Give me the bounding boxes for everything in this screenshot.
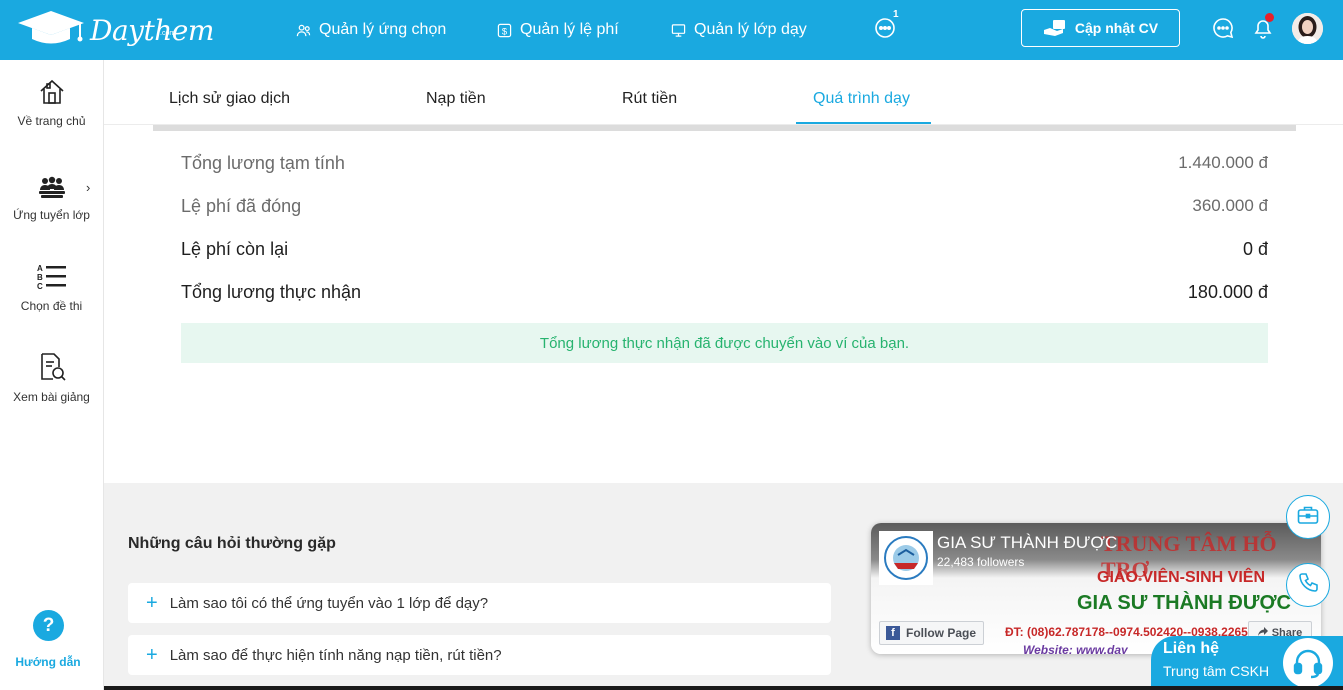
- sidebar-item-label: Xem bài giảng: [13, 390, 90, 404]
- tab-teaching-process[interactable]: Quá trình dạy: [813, 90, 910, 108]
- summary-value: 360.000 đ: [1192, 196, 1268, 215]
- nav-fees[interactable]: $ Quản lý lệ phí: [497, 0, 619, 60]
- fb-cover-subheading: GIÁO VIÊN-SINH VIÊN: [1097, 569, 1266, 586]
- summary-row-fee-remaining: Lệ phí còn lại 0 đ: [181, 239, 1268, 263]
- hand-document-icon: [1043, 19, 1067, 37]
- nav-applications-label: Quản lý ứng chọn: [319, 21, 447, 38]
- sidebar-item-label: Chọn đề thi: [20, 299, 83, 313]
- tab-withdraw[interactable]: Rút tiền: [622, 90, 677, 108]
- summary-value: 1.440.000 đ: [1178, 153, 1268, 172]
- logo-text: Daythem: [90, 14, 214, 47]
- transfer-notice: Tổng lương thực nhận đã được chuyển vào …: [181, 323, 1268, 363]
- abc-list-icon: ABC: [0, 263, 103, 291]
- fb-follow-button[interactable]: f Follow Page: [879, 621, 984, 645]
- svg-text:$: $: [502, 26, 508, 36]
- summary-row-net-salary: Tổng lương thực nhận 180.000 đ: [181, 282, 1268, 306]
- summary-label: Lệ phí còn lại: [181, 239, 289, 259]
- briefcase-float-button[interactable]: [1286, 495, 1330, 539]
- nav-classes-label: Quản lý lớp dạy: [694, 21, 807, 38]
- monitor-icon: [671, 23, 686, 38]
- svg-text:A: A: [37, 264, 43, 273]
- phone-icon: [1297, 572, 1319, 599]
- content-top-band: [153, 125, 1296, 131]
- summary-row-fee-paid: Lệ phí đã đóng 360.000 đ: [181, 196, 1268, 220]
- sidebar-item-label: Ứng tuyển lớp: [13, 208, 90, 222]
- logo-subtext: .com: [160, 30, 176, 37]
- sidebar-item-view-lectures[interactable]: Xem bài giảng: [0, 352, 103, 404]
- logo[interactable]: Daythem: [16, 8, 214, 53]
- briefcase-icon: [1297, 505, 1319, 530]
- faq-question: Làm sao để thực hiện tính năng nạp tiền,…: [169, 646, 502, 664]
- home-icon: [0, 78, 103, 106]
- fb-cover-website: Website: www.day: [1023, 643, 1128, 654]
- document-search-icon: [0, 352, 103, 382]
- facebook-page-widget[interactable]: TRUNG TÂM HỖ TRỢ GIÁO VIÊN-SINH VIÊN GIA…: [871, 523, 1321, 654]
- sidebar-item-choose-exam[interactable]: ABC Chọn đề thi: [0, 263, 103, 313]
- faq-title: Những câu hỏi thường gặp: [128, 535, 336, 552]
- faq-item[interactable]: + Làm sao tôi có thể ứng tuyển vào 1 lớp…: [128, 583, 831, 623]
- summary-label: Tổng lương thực nhận: [181, 282, 362, 302]
- tab-deposit[interactable]: Nạp tiền: [426, 90, 486, 108]
- help-icon[interactable]: ?: [33, 610, 64, 641]
- headset-icon: [1283, 638, 1333, 688]
- plus-icon: +: [146, 644, 158, 666]
- svg-text:C: C: [37, 282, 43, 291]
- update-cv-label: Cập nhật CV: [1074, 20, 1159, 36]
- summary-value: 180.000 đ: [1187, 282, 1268, 302]
- tab-transaction-history[interactable]: Lịch sử giao dịch: [169, 90, 290, 108]
- avatar[interactable]: [1292, 13, 1323, 44]
- more-menu-badge: 1: [893, 9, 899, 20]
- contact-support-widget[interactable]: Liên hệ Trung tâm CSKH: [1151, 636, 1343, 690]
- summary-value: 0 đ: [1242, 239, 1268, 259]
- bottom-edge: [104, 686, 1343, 690]
- graduation-cap-icon: [16, 8, 86, 53]
- fb-page-logo[interactable]: [879, 531, 933, 585]
- dollar-icon: $: [497, 23, 512, 38]
- summary-label: Lệ phí đã đóng: [181, 196, 302, 216]
- fb-follow-label: Follow Page: [906, 626, 977, 640]
- facebook-icon: f: [886, 626, 900, 640]
- nav-fees-label: Quản lý lệ phí: [520, 21, 619, 38]
- summary-row-estimated-salary: Tổng lương tạm tính 1.440.000 đ: [181, 153, 1268, 177]
- sidebar: Về trang chủ Ứng tuyển lớp › ABC Chọn đề…: [0, 60, 104, 690]
- update-cv-button[interactable]: Cập nhật CV: [1021, 9, 1180, 47]
- sidebar-item-home[interactable]: Về trang chủ: [0, 78, 103, 128]
- chevron-right-icon[interactable]: ›: [86, 180, 90, 195]
- sidebar-item-label: Về trang chủ: [17, 114, 86, 128]
- fb-followers-count: 22,483 followers: [937, 555, 1025, 569]
- users-icon: [296, 23, 311, 38]
- nav-applications[interactable]: Quản lý ứng chọn: [296, 0, 446, 60]
- fb-page-name[interactable]: GIA SƯ THÀNH ĐƯỢC: [937, 533, 1117, 553]
- plus-icon: +: [146, 592, 158, 614]
- faq-question: Làm sao tôi có thể ứng tuyển vào 1 lớp đ…: [169, 594, 489, 612]
- summary-label: Tổng lương tạm tính: [181, 153, 345, 173]
- top-header: Daythem .com Quản lý ứng chọn $ Quản lý …: [0, 0, 1343, 60]
- contact-title: Liên hệ: [1163, 640, 1220, 657]
- contact-subtitle: Trung tâm CSKH: [1163, 663, 1270, 679]
- notification-dot: [1265, 13, 1274, 22]
- nav-classes[interactable]: Quản lý lớp dạy: [671, 0, 807, 60]
- phone-float-button[interactable]: [1286, 563, 1330, 607]
- chat-icon[interactable]: [1211, 16, 1235, 40]
- help-label[interactable]: Hướng dẫn: [0, 655, 96, 669]
- fb-cover-brand: GIA SƯ THÀNH ĐƯỢC: [1077, 592, 1291, 614]
- svg-text:B: B: [37, 273, 43, 282]
- faq-item[interactable]: + Làm sao để thực hiện tính năng nạp tiề…: [128, 635, 831, 675]
